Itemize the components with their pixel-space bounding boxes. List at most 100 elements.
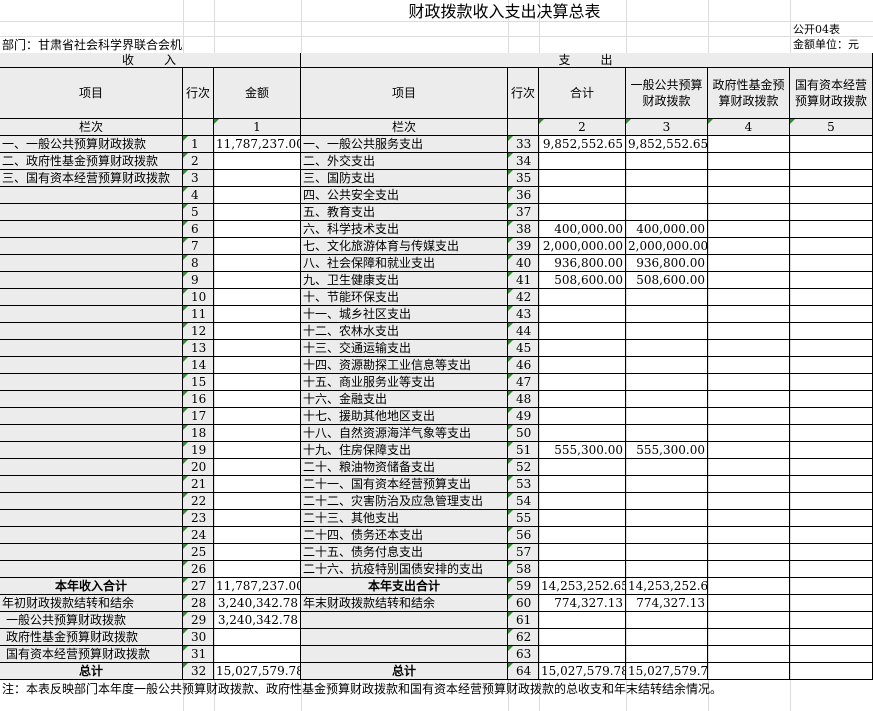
expense-total-amount [539, 459, 626, 476]
income-amount [214, 442, 301, 459]
expense-item-label: 二十三、其他支出 [301, 510, 508, 527]
income-amount [214, 391, 301, 408]
income-amount [214, 238, 301, 255]
expense-general-amount: 400,000.00 [626, 221, 708, 238]
income-line-number: 30 [183, 629, 214, 646]
expense-line-number: 47 [508, 374, 539, 391]
income-line-number: 1 [183, 136, 214, 153]
expense-total-amount [539, 510, 626, 527]
income-line-number: 19 [183, 442, 214, 459]
income-line-number: 9 [183, 272, 214, 289]
expense-state-amount [790, 442, 873, 459]
expense-state-amount [790, 153, 873, 170]
income-item-label [0, 357, 183, 374]
expense-item-label: 年末财政拨款结转和结余 [301, 595, 508, 612]
income-item-label [0, 527, 183, 544]
expense-general-amount: 2,000,000.00 [626, 238, 708, 255]
income-item-label [0, 238, 183, 255]
expense-state-amount [790, 544, 873, 561]
expense-state-amount [790, 595, 873, 612]
expense-state-amount [790, 374, 873, 391]
income-item-label: 本年收入合计 [0, 578, 183, 595]
expense-line-number: 46 [508, 357, 539, 374]
income-amount [214, 204, 301, 221]
expense-line-number: 50 [508, 425, 539, 442]
expense-fund-amount [708, 306, 790, 323]
income-amount [214, 374, 301, 391]
expense-general-amount [626, 544, 708, 561]
expense-item-label: 十八、自然资源海洋气象等支出 [301, 425, 508, 442]
expense-fund-amount [708, 663, 790, 680]
income-item-label [0, 493, 183, 510]
expense-state-amount [790, 170, 873, 187]
expense-line-number: 34 [508, 153, 539, 170]
expense-total-amount: 15,027,579.78 [539, 663, 626, 680]
expense-item-label: 四、公共安全支出 [301, 187, 508, 204]
col-header-line-no: 行次 [183, 68, 214, 119]
expense-total-amount [539, 425, 626, 442]
expense-general-amount [626, 459, 708, 476]
expense-line-number: 52 [508, 459, 539, 476]
expense-line-number: 53 [508, 476, 539, 493]
income-amount: 3,240,342.78 [214, 595, 301, 612]
income-item-label [0, 476, 183, 493]
expense-item-label: 十四、资源勘探工业信息等支出 [301, 357, 508, 374]
income-amount [214, 544, 301, 561]
expense-fund-amount [708, 357, 790, 374]
income-line-number: 5 [183, 204, 214, 221]
col-number-blank [508, 119, 539, 136]
col-number-amount: 1 [214, 119, 301, 136]
col-header-fund: 政府性基金预算财政拨款 [708, 68, 790, 119]
income-line-number: 27 [183, 578, 214, 595]
income-amount: 11,787,237.00 [214, 136, 301, 153]
income-item-label [0, 289, 183, 306]
expense-fund-amount [708, 510, 790, 527]
expense-fund-amount [708, 170, 790, 187]
col-number-general: 3 [626, 119, 708, 136]
expense-state-amount [790, 391, 873, 408]
expense-general-amount: 936,800.00 [626, 255, 708, 272]
expense-item-label: 十二、农林水支出 [301, 323, 508, 340]
col-number-total: 2 [539, 119, 626, 136]
col-header-expense-item: 项目 [301, 68, 508, 119]
income-amount [214, 425, 301, 442]
expense-state-amount [790, 255, 873, 272]
income-item-label [0, 306, 183, 323]
income-line-number: 12 [183, 323, 214, 340]
expense-fund-amount [708, 272, 790, 289]
income-line-number: 18 [183, 425, 214, 442]
expense-general-amount [626, 425, 708, 442]
income-item-label: 年初财政拨款结转和结余 [0, 595, 183, 612]
income-item-label [0, 408, 183, 425]
expense-fund-amount [708, 238, 790, 255]
expense-line-number: 42 [508, 289, 539, 306]
expense-fund-amount [708, 391, 790, 408]
expense-item-label: 六、科学技术支出 [301, 221, 508, 238]
expense-general-amount: 9,852,552.65 [626, 136, 708, 153]
expense-state-amount [790, 476, 873, 493]
income-amount [214, 306, 301, 323]
expense-total-amount [539, 289, 626, 306]
income-amount: 3,240,342.78 [214, 612, 301, 629]
expense-total-amount [539, 204, 626, 221]
income-amount [214, 646, 301, 663]
expense-item-label: 二十、粮油物资储备支出 [301, 459, 508, 476]
page-title: 财政拨款收入支出决算总表 [408, 2, 601, 21]
expense-state-amount [790, 221, 873, 238]
expense-fund-amount [708, 136, 790, 153]
income-line-number: 23 [183, 510, 214, 527]
expense-item-label [301, 612, 508, 629]
expense-state-amount [790, 187, 873, 204]
income-line-number: 28 [183, 595, 214, 612]
expense-item-label: 二十四、债务还本支出 [301, 527, 508, 544]
expense-fund-amount [708, 561, 790, 578]
expense-fund-amount [708, 578, 790, 595]
expense-item-label: 二十二、灾害防治及应急管理支出 [301, 493, 508, 510]
expense-general-amount [626, 170, 708, 187]
income-amount [214, 323, 301, 340]
expense-general-amount [626, 374, 708, 391]
expense-fund-amount [708, 187, 790, 204]
expense-fund-amount [708, 153, 790, 170]
expense-total-amount: 774,327.13 [539, 595, 626, 612]
expense-state-amount [790, 612, 873, 629]
